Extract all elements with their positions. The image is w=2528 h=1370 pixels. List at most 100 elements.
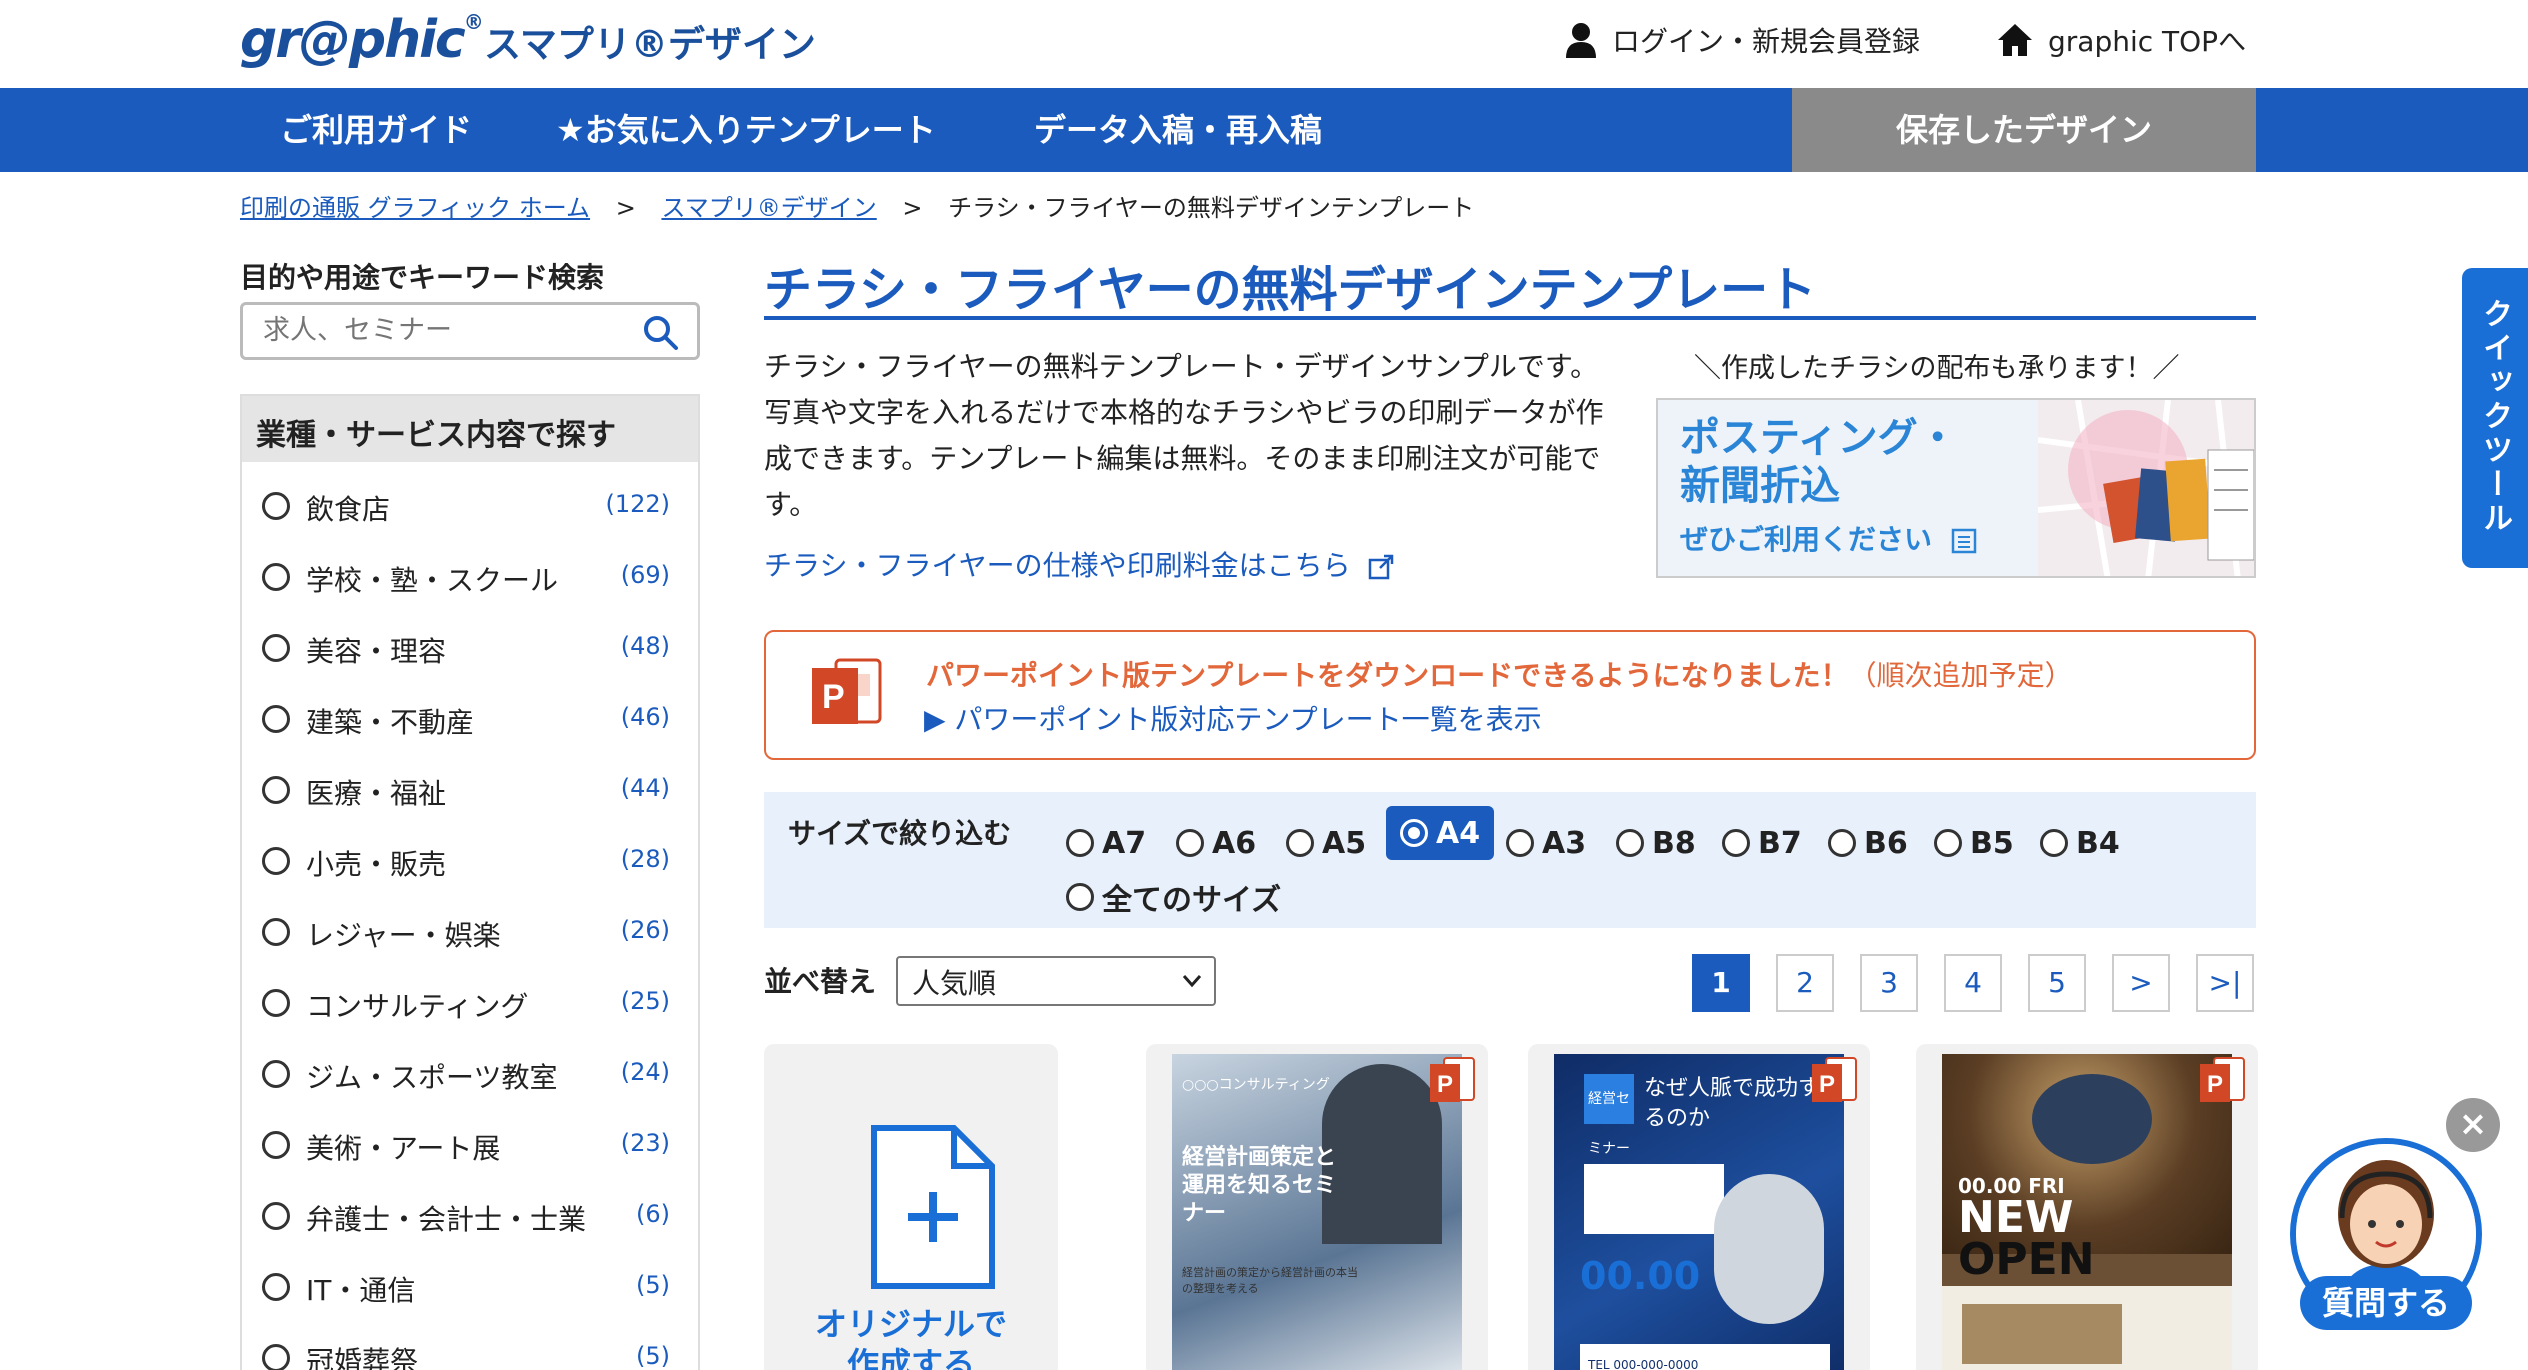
category-count: (5) xyxy=(636,1271,670,1299)
powerpoint-badge-icon: P xyxy=(2200,1057,2245,1102)
size-option-b8[interactable]: B8 xyxy=(1616,816,1696,870)
powerpoint-badge-icon: P xyxy=(1430,1057,1475,1102)
category-item[interactable]: コンサルティング (25) xyxy=(242,983,698,1023)
template-thumbnail: 経営セミナー なぜ人脈で成功するのか 00.00 TEL 000-000-000… xyxy=(1554,1054,1844,1370)
radio-button[interactable] xyxy=(262,1202,290,1230)
login-register-link[interactable]: ログイン・新規会員登録 xyxy=(1564,20,1920,60)
size-option-b7[interactable]: B7 xyxy=(1722,816,1802,870)
radio-button[interactable] xyxy=(262,492,290,520)
category-item[interactable]: 学校・塾・スクール (69) xyxy=(242,557,698,597)
quick-tool-tab[interactable]: クイックツール xyxy=(2462,268,2528,568)
close-icon[interactable]: × xyxy=(2446,1098,2500,1152)
template-phone: TEL 000-000-0000 xyxy=(1580,1344,1830,1370)
radio-button[interactable] xyxy=(262,918,290,946)
radio-button[interactable] xyxy=(1286,829,1314,857)
nav-favorites[interactable]: ★お気に入りテンプレート xyxy=(556,88,936,172)
breadcrumb-separator: > xyxy=(902,194,923,222)
radio-button[interactable] xyxy=(1934,829,1962,857)
category-item[interactable]: 医療・福祉 (44) xyxy=(242,770,698,810)
page-3[interactable]: 3 xyxy=(1860,954,1918,1012)
nav-guide[interactable]: ご利用ガイド xyxy=(280,88,472,172)
category-item[interactable]: 冠婚葬祭 (5) xyxy=(242,1338,698,1370)
svg-text:P: P xyxy=(2207,1071,2223,1098)
radio-button[interactable] xyxy=(262,634,290,662)
category-label: ジム・スポーツ教室 xyxy=(306,1061,558,1094)
template-card[interactable]: 経営セミナー なぜ人脈で成功するのか 00.00 TEL 000-000-000… xyxy=(1528,1044,1870,1370)
category-label: レジャー・娯楽 xyxy=(306,919,501,952)
radio-button[interactable] xyxy=(262,563,290,591)
category-label: IT・通信 xyxy=(306,1274,416,1307)
category-count: (28) xyxy=(620,845,670,873)
radio-button[interactable] xyxy=(262,1344,290,1370)
radio-button[interactable] xyxy=(262,1273,290,1301)
login-register-label: ログイン・新規会員登録 xyxy=(1612,25,1921,58)
search-icon[interactable] xyxy=(643,315,679,351)
template-card[interactable]: ○○○コンサルティング 経営計画策定と運用を知るセミナー 経営計画の策定から経営… xyxy=(1146,1044,1488,1370)
sort-select[interactable]: 人気順 xyxy=(896,956,1216,1006)
radio-button[interactable] xyxy=(1722,829,1750,857)
size-option-a5[interactable]: A5 xyxy=(1286,816,1366,870)
radio-button[interactable] xyxy=(262,1060,290,1088)
size-filter-heading: サイズで絞り込む xyxy=(788,817,1012,850)
page-5[interactable]: 5 xyxy=(2028,954,2086,1012)
smapuri-design-brand[interactable]: スマプリ®デザイン xyxy=(484,14,816,68)
create-original-card[interactable]: オリジナルで 作成する xyxy=(764,1044,1058,1370)
page-2[interactable]: 2 xyxy=(1776,954,1834,1012)
page-1[interactable]: 1 xyxy=(1692,954,1750,1012)
ask-question-button[interactable]: 質問する xyxy=(2300,1276,2472,1330)
radio-button[interactable] xyxy=(262,1131,290,1159)
category-item[interactable]: レジャー・娯楽 (26) xyxy=(242,912,698,952)
radio-button[interactable] xyxy=(1506,829,1534,857)
size-option-a6[interactable]: A6 xyxy=(1176,816,1256,870)
keyword-search-input[interactable] xyxy=(263,315,633,346)
category-label: 建築・不動産 xyxy=(306,706,475,739)
graphic-logo[interactable]: gr@phic® xyxy=(240,10,484,70)
category-label: 学校・塾・スクール xyxy=(306,564,559,597)
category-panel: 業種・サービス内容で探す 飲食店 (122) 学校・塾・スクール (69) 美容・理… xyxy=(240,394,700,1370)
powerpoint-template-list-link[interactable]: ▶ パワーポイント版対応テンプレート一覧を表示 xyxy=(924,698,1542,738)
last-page-button[interactable]: >| xyxy=(2196,954,2254,1012)
category-item[interactable]: 弁護士・会計士・士業 (6) xyxy=(242,1196,698,1236)
category-item[interactable]: 美術・アート展 (23) xyxy=(242,1125,698,1165)
size-option-a7[interactable]: A7 xyxy=(1066,816,1146,870)
category-item[interactable]: 小売・販売 (28) xyxy=(242,841,698,881)
breadcrumb-smapuri[interactable]: スマプリ®デザイン xyxy=(661,194,876,222)
next-page-button[interactable]: > xyxy=(2112,954,2170,1012)
category-item[interactable]: IT・通信 (5) xyxy=(242,1267,698,1307)
keyword-search-box xyxy=(240,302,700,360)
size-option-a4[interactable]: A4 xyxy=(1386,806,1495,860)
posting-promo-banner[interactable]: ポスティング・ 新聞折込 ぜひご利用ください xyxy=(1656,398,2256,578)
radio-button[interactable] xyxy=(262,847,290,875)
template-card[interactable]: 00.00 FRI NEW OPEN P xyxy=(1916,1044,2258,1370)
radio-button[interactable] xyxy=(1066,829,1094,857)
size-option-all[interactable]: 全てのサイズ xyxy=(1066,870,1281,924)
create-original-label: オリジナルで 作成する xyxy=(814,1305,1007,1370)
radio-button[interactable] xyxy=(1828,829,1856,857)
radio-button[interactable] xyxy=(1616,829,1644,857)
size-option-b4[interactable]: B4 xyxy=(2040,816,2120,870)
radio-button[interactable] xyxy=(262,705,290,733)
breadcrumb-home[interactable]: 印刷の通販 グラフィック ホーム xyxy=(240,194,590,222)
category-item[interactable]: 飲食店 (122) xyxy=(242,486,698,526)
nav-data-upload[interactable]: データ入稿・再入稿 xyxy=(1034,88,1322,172)
radio-button[interactable] xyxy=(262,989,290,1017)
graphic-top-link[interactable]: graphic TOPへ xyxy=(1996,20,2246,60)
category-item[interactable]: ジム・スポーツ教室 (24) xyxy=(242,1054,698,1094)
size-option-b5[interactable]: B5 xyxy=(1934,816,2014,870)
size-option-a3[interactable]: A3 xyxy=(1506,816,1586,870)
category-item[interactable]: 建築・不動産 (46) xyxy=(242,699,698,739)
breadcrumb: 印刷の通販 グラフィック ホーム > スマプリ®デザイン > チラシ・フライヤー… xyxy=(240,188,1474,223)
powerpoint-notice: P パワーポイント版テンプレートをダウンロードできるようになりました！（順次追加… xyxy=(764,630,2256,760)
category-label: コンサルティング xyxy=(306,990,529,1023)
radio-button[interactable] xyxy=(2040,829,2068,857)
radio-button[interactable] xyxy=(1400,819,1428,847)
radio-button[interactable] xyxy=(1176,829,1204,857)
radio-button[interactable] xyxy=(1066,883,1094,911)
category-item[interactable]: 美容・理容 (48) xyxy=(242,628,698,668)
spec-price-link[interactable]: チラシ・フライヤーの仕様や印刷料金はこちら xyxy=(764,544,1394,584)
nav-saved-designs[interactable]: 保存したデザイン xyxy=(1792,88,2256,172)
size-option-b6[interactable]: B6 xyxy=(1828,816,1908,870)
document-icon xyxy=(1951,528,1977,554)
radio-button[interactable] xyxy=(262,776,290,804)
page-4[interactable]: 4 xyxy=(1944,954,2002,1012)
